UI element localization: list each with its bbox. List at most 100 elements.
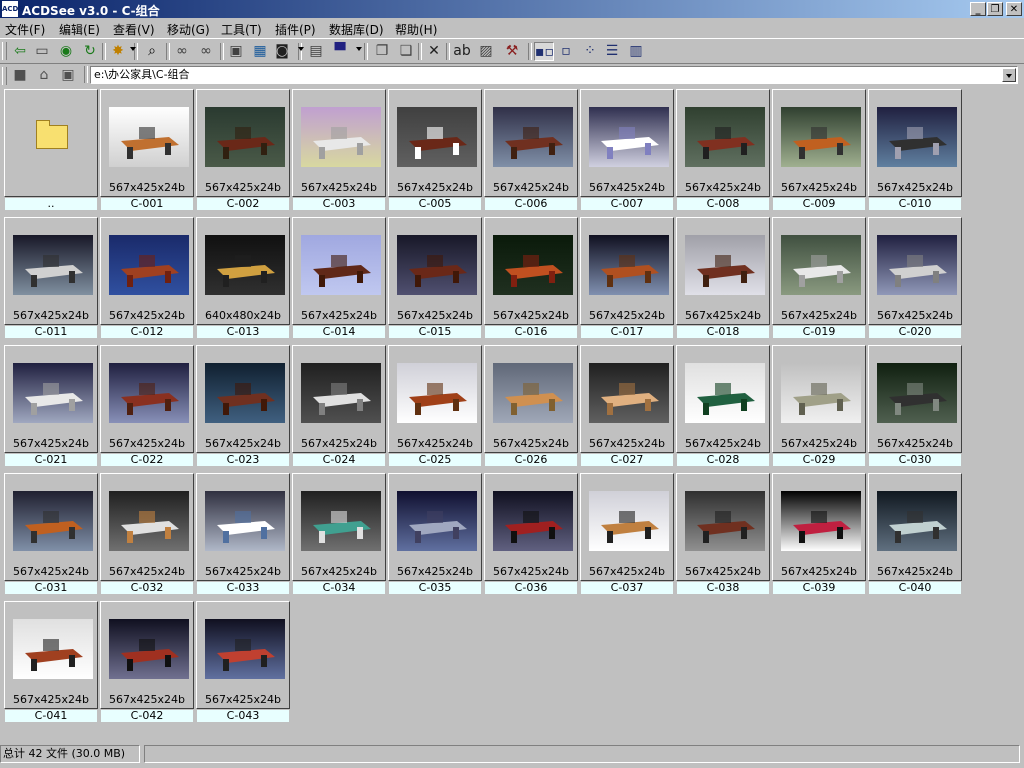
thumbnail-filename[interactable]: C-012 [100,325,194,339]
thumbnail-tile[interactable]: 567x425x24b [580,217,674,325]
print-icon[interactable]: ▤ [306,42,326,61]
thumbnail-filename[interactable]: C-011 [4,325,98,339]
menu-item-6[interactable]: 数据库(D) [329,21,384,38]
menu-item-4[interactable]: 工具(T) [221,21,262,38]
view-large-icon[interactable]: ▫ [556,42,576,61]
menu-item-7[interactable]: 帮助(H) [395,21,437,38]
thumbnail-filename[interactable]: C-029 [772,453,866,467]
stop-icon[interactable]: ■ [10,66,30,85]
thumbnail-filename[interactable]: C-015 [388,325,482,339]
thumbnail-filename[interactable]: C-020 [868,325,962,339]
slideshow-icon[interactable]: ▣ [226,42,246,61]
thumbnail-filename[interactable]: C-038 [676,581,770,595]
thumbnail-tile[interactable]: 567x425x24b [484,473,578,581]
thumbnail-filename[interactable]: C-021 [4,453,98,467]
menu-item-3[interactable]: 移动(G) [167,21,210,38]
thumbnail-tile[interactable]: 567x425x24b [100,345,194,453]
address-input[interactable]: e:\办公家具\C-组合 [90,66,1018,84]
thumbnail-tile[interactable]: 567x425x24b [388,89,482,197]
thumbnail-filename[interactable]: C-026 [484,453,578,467]
thumbnail-tile[interactable]: 567x425x24b [772,89,866,197]
thumbnail-tile[interactable]: 567x425x24b [580,89,674,197]
thumbnail-view[interactable]: .. 567x425x24b C-001 567x425x24b C-002 567x4… [0,87,1020,743]
thumbnail-filename[interactable]: C-033 [196,581,290,595]
dropdown-arrow-icon[interactable] [356,47,362,51]
thumbnail-tile[interactable]: 567x425x24b [196,601,290,709]
thumbnail-tile[interactable]: 567x425x24b [292,89,386,197]
thumbnail-filename[interactable]: C-039 [772,581,866,595]
thumbnail-tile[interactable]: 567x425x24b [868,345,962,453]
toolbar-grip[interactable] [2,42,7,60]
thumbnail-filename[interactable]: C-018 [676,325,770,339]
thumbnail-filename[interactable]: C-002 [196,197,290,211]
thumbnail-filename[interactable]: C-017 [580,325,674,339]
thumbnail-tile[interactable]: 567x425x24b [676,345,770,453]
thumbnail-tile[interactable]: 567x425x24b [388,473,482,581]
thumbnail-filename[interactable]: C-025 [388,453,482,467]
thumbnail-tile[interactable]: 567x425x24b [292,473,386,581]
parent-folder-tile[interactable] [4,89,98,197]
thumbnail-filename[interactable]: C-008 [676,197,770,211]
thumbnail-filename[interactable]: C-016 [484,325,578,339]
thumbnail-tile[interactable]: 567x425x24b [580,473,674,581]
thumbnail-filename[interactable]: C-034 [292,581,386,595]
thumbnail-tile[interactable]: 567x425x24b [484,345,578,453]
image-icon[interactable]: ▦ [250,42,270,61]
thumbnail-filename[interactable]: C-019 [772,325,866,339]
browse-icon[interactable]: ◉ [56,42,76,61]
thumbnail-tile[interactable]: 567x425x24b [388,345,482,453]
thumbnail-tile[interactable]: 567x425x24b [4,345,98,453]
tools-icon[interactable]: ⚒ [502,42,522,61]
monitor-icon[interactable]: ▀ [330,42,350,61]
thumbnail-tile[interactable]: 567x425x24b [676,217,770,325]
thumbnail-filename[interactable]: C-027 [580,453,674,467]
thumbnail-tile[interactable]: 567x425x24b [388,217,482,325]
address-dropdown-button[interactable] [1002,68,1016,82]
thumbnail-filename[interactable]: C-035 [388,581,482,595]
thumbnail-filename[interactable]: C-041 [4,709,98,723]
thumbnail-tile[interactable]: 567x425x24b [292,217,386,325]
thumbnail-filename[interactable]: C-028 [676,453,770,467]
thumbnail-tile[interactable]: 567x425x24b [868,89,962,197]
view-list-icon[interactable]: ☰ [602,42,622,61]
restore-button[interactable]: ❐ [987,2,1003,16]
thumbnail-tile[interactable]: 567x425x24b [100,217,194,325]
rename-icon[interactable]: ab [452,42,472,61]
thumbnail-filename[interactable]: C-036 [484,581,578,595]
thumbnail-tile[interactable]: 567x425x24b [772,217,866,325]
thumbnail-tile[interactable]: 567x425x24b [676,473,770,581]
thumbnail-tile[interactable]: 567x425x24b [100,601,194,709]
thumbnail-tile[interactable]: 567x425x24b [484,217,578,325]
thumbnail-filename[interactable]: C-043 [196,709,290,723]
thumbnail-filename[interactable]: C-013 [196,325,290,339]
menu-item-1[interactable]: 编辑(E) [59,21,100,38]
menu-item-2[interactable]: 查看(V) [113,21,155,38]
camera-icon[interactable]: ◙ [272,42,292,61]
dropdown-arrow-icon[interactable] [130,47,136,51]
minimize-button[interactable]: _ [970,2,986,16]
thumbnail-filename[interactable]: C-023 [196,453,290,467]
thumbnail-tile[interactable]: 567x425x24b [196,345,290,453]
acdsee-app-icon[interactable]: ACDSee [2,1,33,17]
menu-item-5[interactable]: 插件(P) [275,21,316,38]
thumbnail-filename[interactable]: C-007 [580,197,674,211]
open-folder-icon[interactable]: ▭ [32,42,52,61]
up-icon[interactable]: ▣ [58,66,78,85]
menu-item-0[interactable]: 文件(F) [5,21,45,38]
thumbnail-tile[interactable]: 567x425x24b [484,89,578,197]
thumbnail-tile[interactable]: 567x425x24b [868,217,962,325]
copy-icon[interactable]: ❐ [372,42,392,61]
find-icon[interactable]: ⌕ [142,42,162,61]
back-icon[interactable]: ⇦ [10,42,30,61]
delete-icon[interactable]: ✕ [424,42,444,61]
star-icon[interactable]: ✸ [108,42,128,61]
thumbnail-filename[interactable]: C-005 [388,197,482,211]
refresh-icon[interactable]: ↻ [80,42,100,61]
thumbnail-tile[interactable]: 567x425x24b [100,89,194,197]
thumbnail-tile[interactable]: 567x425x24b [772,473,866,581]
properties-icon[interactable]: ▨ [476,42,496,61]
thumbnail-tile[interactable]: 567x425x24b [4,217,98,325]
thumbnail-tile[interactable]: 567x425x24b [4,601,98,709]
thumbnail-filename[interactable]: C-014 [292,325,386,339]
thumbnail-filename[interactable]: C-031 [4,581,98,595]
